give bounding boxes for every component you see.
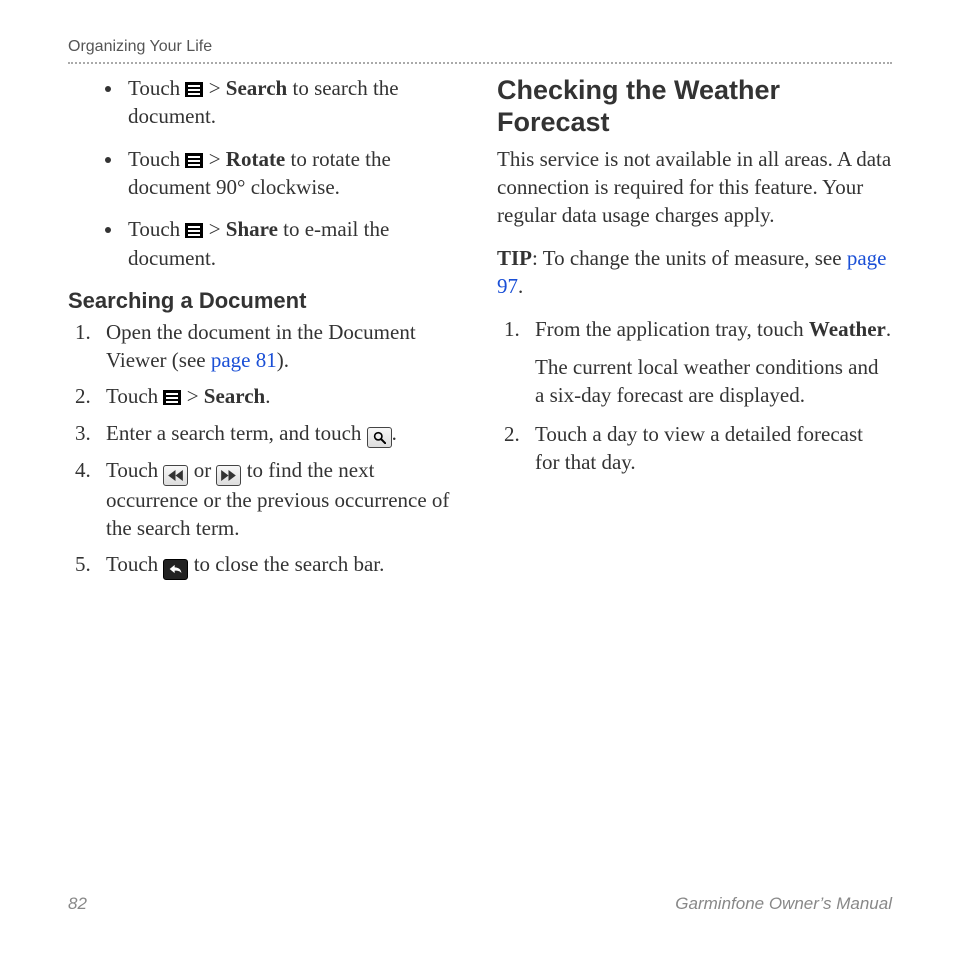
step-note: The current local weather conditions and… — [535, 353, 892, 410]
action-label: Search — [226, 76, 287, 100]
manual-title: Garminfone Owner’s Manual — [675, 894, 892, 914]
menu-icon — [185, 223, 203, 238]
doc-actions-list: Touch > Search to search the document. T… — [68, 74, 463, 272]
list-item: Open the document in the Document Viewer… — [96, 318, 463, 375]
right-column: Checking the Weather Forecast This servi… — [497, 74, 892, 594]
text: Touch — [128, 76, 185, 100]
menu-icon — [163, 390, 181, 405]
text: From the application tray, touch — [535, 317, 809, 341]
tip-label: TIP — [497, 246, 532, 270]
tip-paragraph: TIP: To change the units of measure, see… — [497, 244, 892, 301]
action-label: Weather — [809, 317, 886, 341]
footer: 82 Garminfone Owner’s Manual — [68, 894, 892, 914]
header-rule — [68, 62, 892, 64]
text: . — [265, 384, 270, 408]
text: Enter a search term, and touch — [106, 421, 367, 445]
fast-forward-icon — [216, 465, 241, 486]
menu-icon — [185, 153, 203, 168]
list-item: Touch > Search to search the document. — [124, 74, 463, 131]
text: . — [392, 421, 397, 445]
text: Touch — [106, 552, 163, 576]
text: to close the search bar. — [194, 552, 385, 576]
menu-icon — [185, 82, 203, 97]
text: Touch a day to view a detailed forecast … — [535, 422, 863, 474]
columns: Touch > Search to search the document. T… — [68, 74, 892, 594]
searching-steps: Open the document in the Document Viewer… — [68, 318, 463, 580]
action-label: Share — [226, 217, 278, 241]
paragraph: This service is not available in all are… — [497, 145, 892, 230]
text: ). — [277, 348, 289, 372]
list-item: Touch > Search. — [96, 382, 463, 410]
text: Touch — [106, 458, 163, 482]
back-icon — [163, 559, 188, 580]
list-item: Touch or to find the next occurrence or … — [96, 456, 463, 543]
page: Organizing Your Life Touch > Search to s… — [0, 0, 954, 954]
text: Touch — [128, 217, 185, 241]
heading-weather: Checking the Weather Forecast — [497, 74, 892, 139]
page-number: 82 — [68, 894, 87, 914]
action-label: Rotate — [226, 147, 285, 171]
text: or — [194, 458, 217, 482]
gt: > — [209, 217, 221, 241]
text: . — [886, 317, 891, 341]
list-item: Enter a search term, and touch . — [96, 419, 463, 448]
list-item: Touch to close the search bar. — [96, 550, 463, 580]
text: . — [518, 274, 523, 298]
search-icon — [367, 427, 392, 448]
text: : To change the units of measure, see — [532, 246, 847, 270]
list-item: Touch > Share to e-mail the document. — [124, 215, 463, 272]
list-item: From the application tray, touch Weather… — [525, 315, 892, 410]
running-head: Organizing Your Life — [68, 38, 892, 56]
action-label: Search — [204, 384, 265, 408]
gt: > — [209, 76, 221, 100]
rewind-icon — [163, 465, 188, 486]
weather-steps: From the application tray, touch Weather… — [497, 315, 892, 477]
link-page-81[interactable]: page 81 — [211, 348, 277, 372]
left-column: Touch > Search to search the document. T… — [68, 74, 463, 594]
text: > — [187, 384, 204, 408]
text: Touch — [106, 384, 163, 408]
text: Touch — [128, 147, 185, 171]
list-item: Touch > Rotate to rotate the document 90… — [124, 145, 463, 202]
gt: > — [209, 147, 221, 171]
list-item: Touch a day to view a detailed forecast … — [525, 420, 892, 477]
subheading-searching: Searching a Document — [68, 286, 463, 316]
